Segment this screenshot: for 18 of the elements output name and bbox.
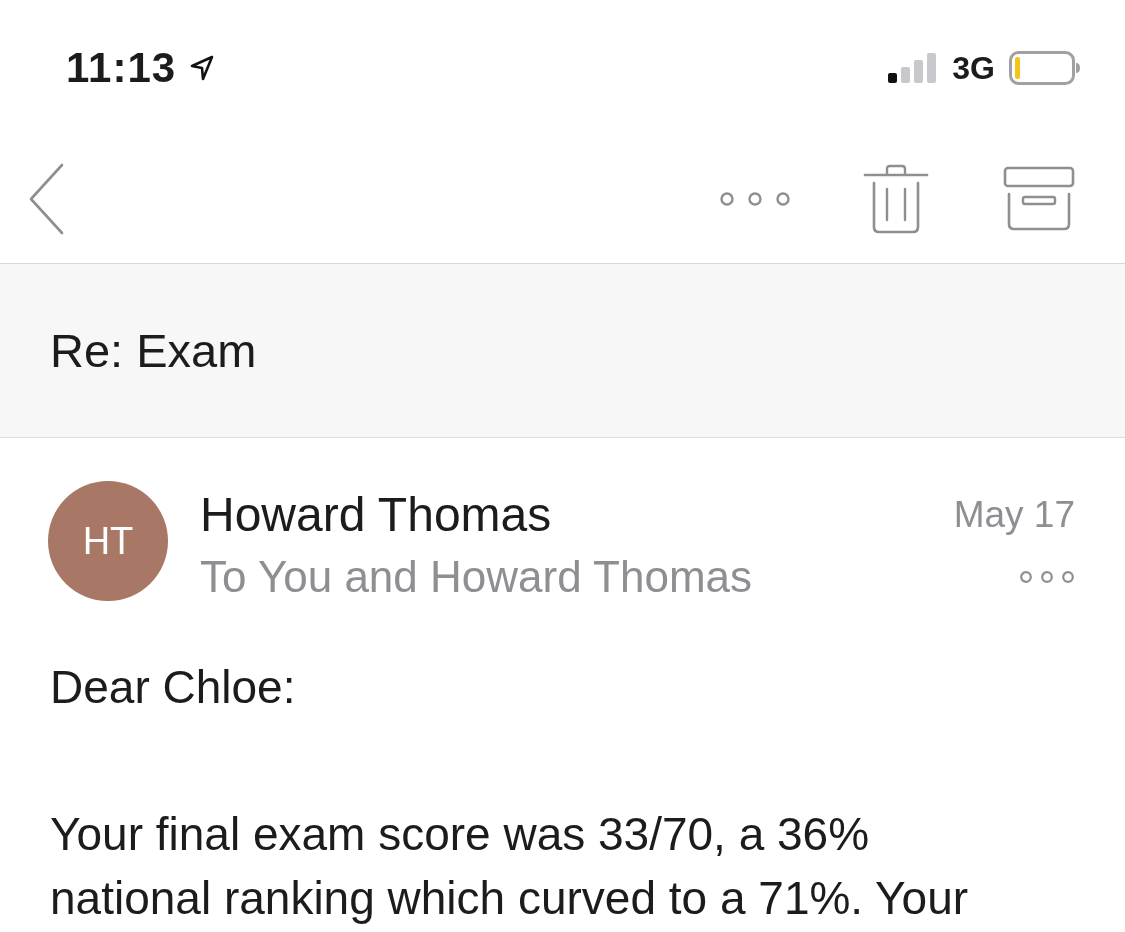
archive-box-icon — [1003, 166, 1075, 232]
delete-button[interactable] — [863, 163, 929, 235]
network-label: 3G — [952, 51, 995, 84]
avatar: HT — [48, 481, 168, 601]
date-text: May 17 — [953, 493, 1075, 537]
signal-icon — [888, 52, 939, 83]
greeting-text: Dear Chloe: — [50, 660, 297, 715]
location-arrow-icon — [190, 54, 215, 81]
status-time: 11:13 — [66, 46, 177, 89]
recipients-text: To You and Howard Thomas — [200, 551, 753, 603]
trash-icon — [863, 164, 929, 234]
sender-name: Howard Thomas — [200, 487, 553, 543]
subject-title: Re: Exam — [50, 327, 257, 374]
dots-icon — [719, 191, 791, 207]
dots-icon — [1019, 570, 1075, 584]
battery-icon — [1009, 50, 1081, 85]
chevron-left-icon — [28, 163, 64, 235]
body-paragraph: Your final exam score was 33/70, a 36% national ranking which curved to a 71%. Your — [50, 807, 970, 926]
